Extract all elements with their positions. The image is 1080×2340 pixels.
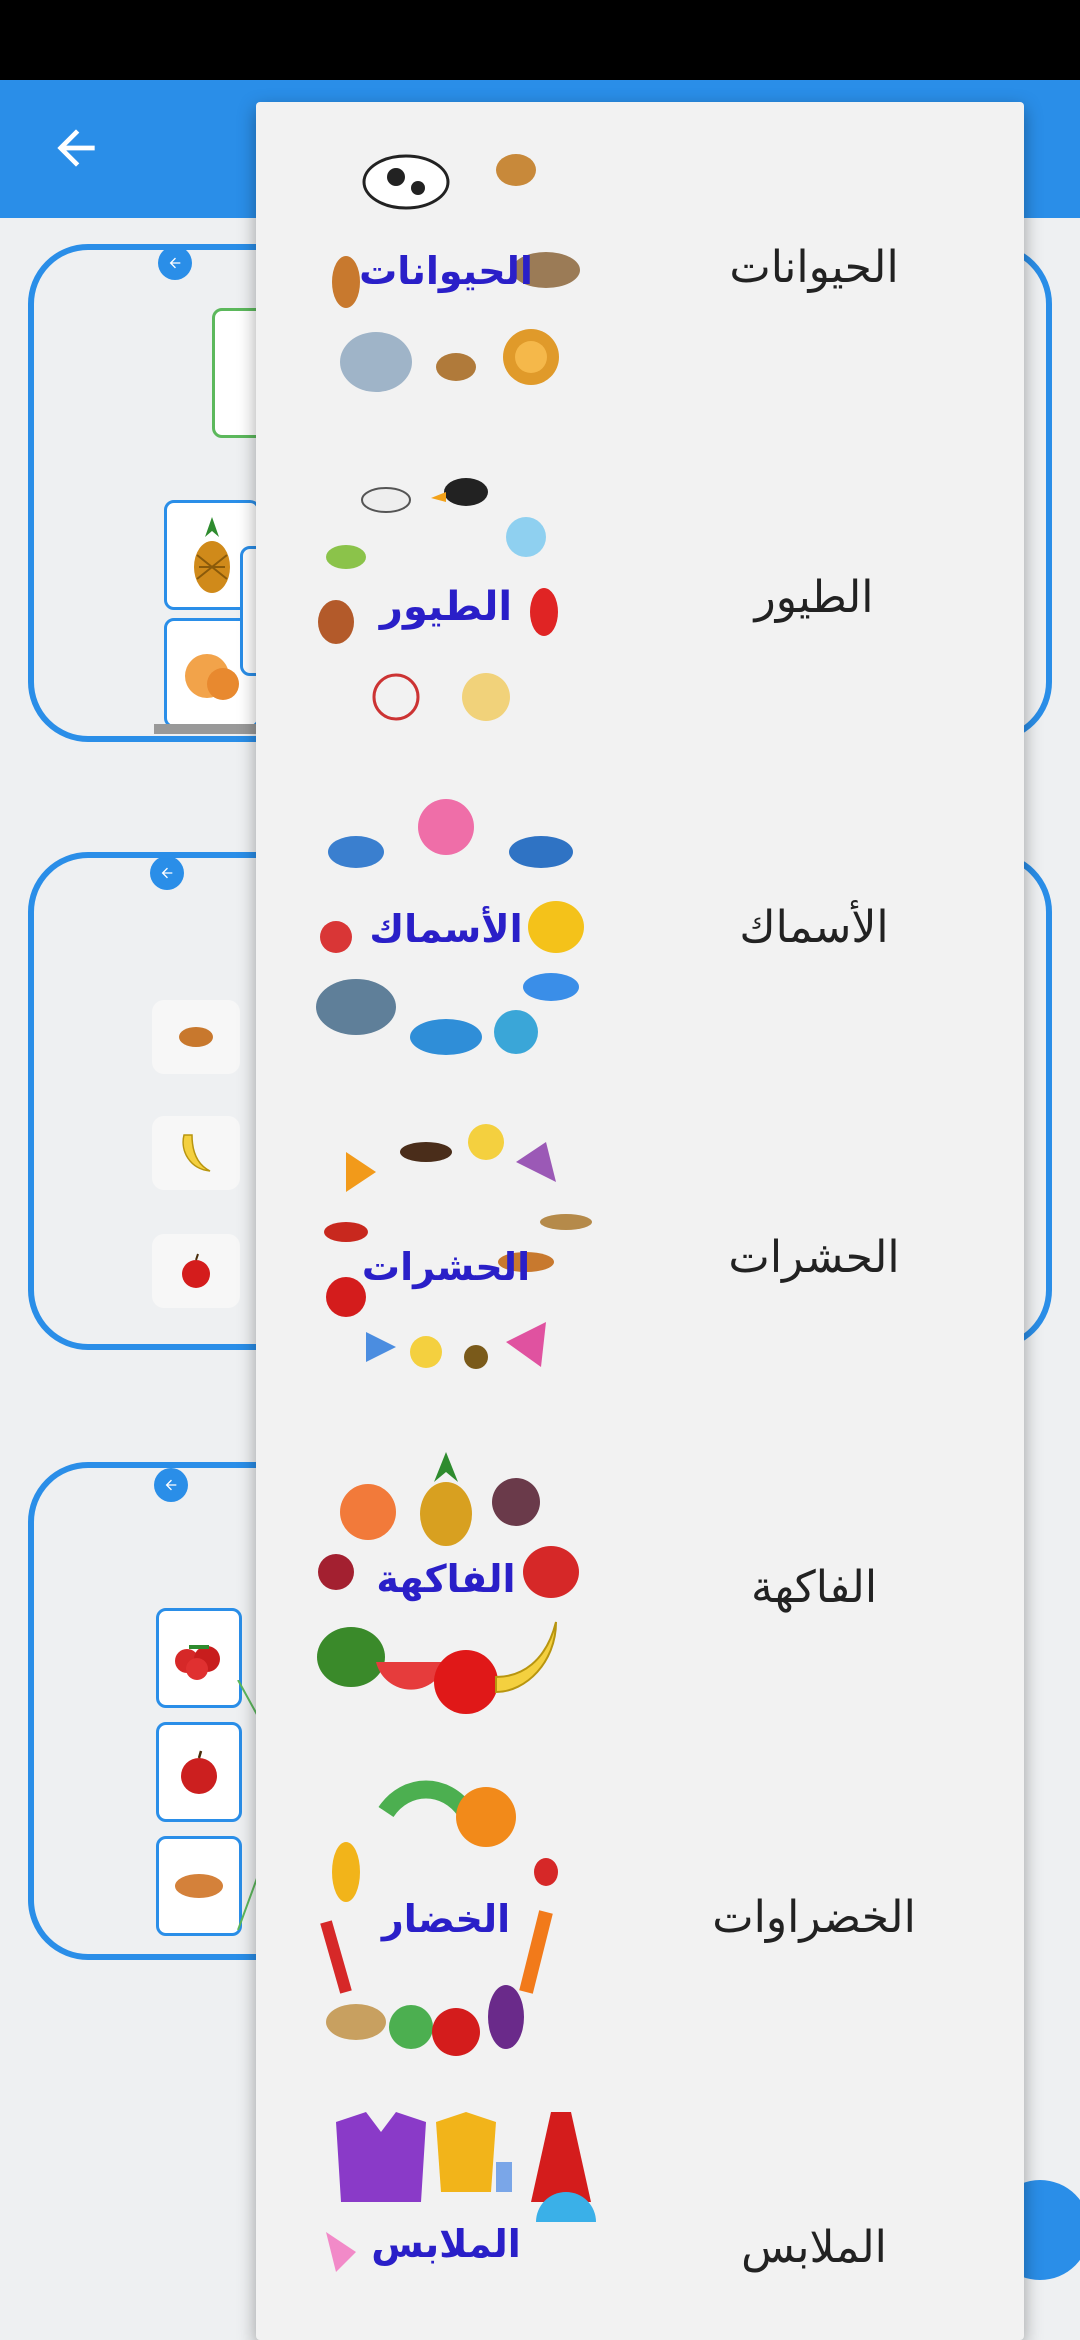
- menu-item-insects[interactable]: الحشرات الحشرات: [256, 1092, 1024, 1422]
- image-title: الخضار: [380, 1897, 510, 1941]
- card-indicator-3: [154, 1468, 188, 1502]
- fruits-category-image: الفاكهة: [317, 1452, 579, 1714]
- card2-apple-tile[interactable]: [152, 1234, 240, 1308]
- fish-category-image: الأسماك: [316, 799, 584, 1055]
- menu-item-label: الفاكهة: [750, 1561, 878, 1613]
- red-apple-icon: [181, 1750, 217, 1794]
- image-title: الطيور: [378, 584, 512, 630]
- card2-bread-tile[interactable]: [152, 1000, 240, 1074]
- apple-icon: [182, 1253, 210, 1288]
- card-indicator-2: [150, 856, 184, 890]
- menu-item-label: الطيور: [754, 571, 874, 623]
- menu-item-vegetables[interactable]: الخضراوات الخضار: [256, 1752, 1024, 2082]
- menu-item-fish[interactable]: الأسماك الأسماك: [256, 762, 1024, 1092]
- card3-bread-tile[interactable]: [156, 1836, 242, 1936]
- banana-icon: [182, 1134, 211, 1172]
- arrow-left-icon: [57, 129, 95, 167]
- image-title: الأسماك: [369, 905, 522, 951]
- animals-category-image: الحيوانات: [332, 154, 580, 392]
- menu-item-fruits[interactable]: الفاكهة الفاكهة: [256, 1422, 1024, 1752]
- insects-category-image: الحشرات: [324, 1124, 592, 1369]
- card3-apple-tile[interactable]: [156, 1722, 242, 1822]
- image-title: الحشرات: [362, 1245, 530, 1289]
- vegetables-category-image: الخضار: [320, 1780, 558, 2056]
- back-button[interactable]: [40, 112, 112, 184]
- category-menu: الحيوانات الحيوانات الطيور الطيور الأسما…: [256, 102, 1024, 2340]
- menu-item-animals[interactable]: الحيوانات الحيوانات: [256, 102, 1024, 432]
- card2-banana-tile[interactable]: [152, 1116, 240, 1190]
- image-title: الملابس: [371, 2222, 521, 2266]
- status-bar: [0, 0, 1080, 80]
- menu-item-label: الأسماك: [739, 901, 889, 953]
- menu-item-clothes[interactable]: الملابس الملابس: [256, 2082, 1024, 2340]
- card-indicator-1: [158, 246, 192, 280]
- card3-strawberry-tile[interactable]: [156, 1608, 242, 1708]
- bread-icon: [179, 1027, 213, 1047]
- menu-item-label: الحشرات: [728, 1231, 900, 1283]
- menu-item-birds[interactable]: الطيور الطيور: [256, 432, 1024, 762]
- birds-category-image: الطيور: [318, 478, 558, 721]
- bread-roll-icon: [175, 1874, 223, 1898]
- menu-item-label: الحيوانات: [729, 241, 899, 293]
- image-title: الحيوانات: [359, 249, 533, 293]
- pineapple-icon: [194, 517, 230, 593]
- strawberry-icon: [175, 1645, 220, 1680]
- menu-item-label: الخضراوات: [712, 1891, 916, 1943]
- image-title: الفاكهة: [376, 1557, 515, 1601]
- peach-icon: [185, 654, 239, 700]
- menu-item-label: الملابس: [741, 2221, 887, 2273]
- clothes-category-image: الملابس: [326, 2112, 596, 2272]
